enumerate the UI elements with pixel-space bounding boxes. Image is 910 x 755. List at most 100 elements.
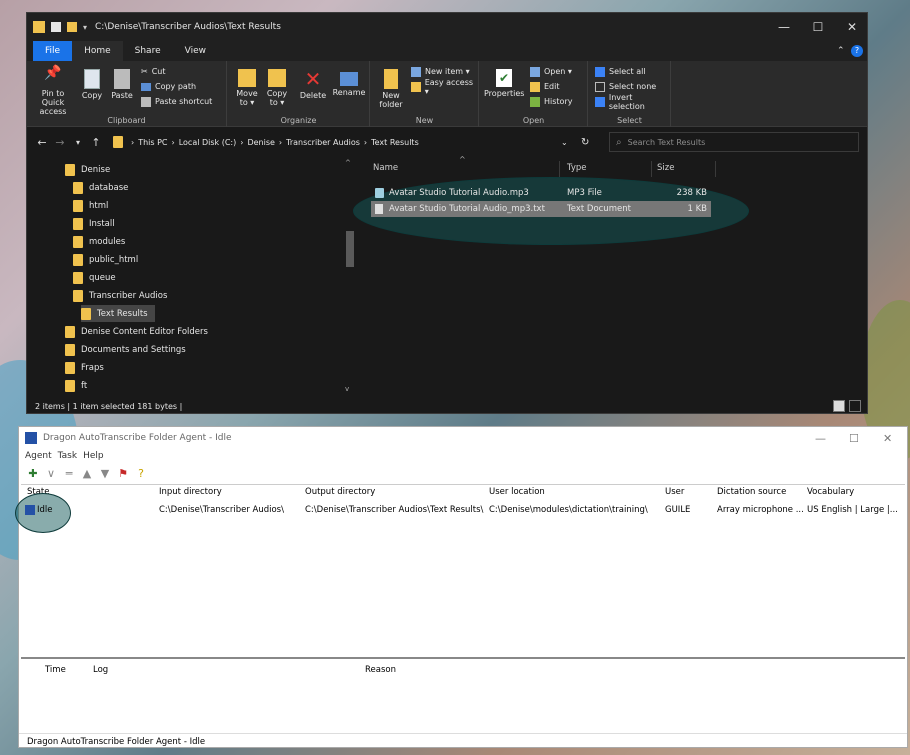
menu-agent[interactable]: Agent — [25, 451, 52, 461]
table-row[interactable]: Idle C:\Denise\Transcriber Audios\ C:\De… — [21, 503, 905, 517]
tab-view[interactable]: View — [173, 41, 218, 61]
tree-item[interactable]: Install — [73, 215, 115, 232]
expand-icon[interactable]: ∨ — [43, 465, 59, 481]
back-button[interactable]: ← — [33, 136, 51, 149]
file-row[interactable]: Avatar Studio Tutorial Audio_mp3.txt Tex… — [371, 201, 711, 217]
maximize-button[interactable]: ☐ — [801, 13, 835, 41]
paste-button[interactable]: Paste — [109, 69, 135, 100]
move-up-icon[interactable]: ▲ — [79, 465, 95, 481]
column-header-reason[interactable]: Reason — [365, 665, 396, 675]
folder-icon — [73, 217, 83, 230]
minimize-button[interactable]: — — [815, 432, 826, 445]
rename-button[interactable]: Rename — [332, 69, 366, 97]
new-item-button[interactable]: New item ▾ — [411, 65, 470, 78]
minimize-button[interactable]: — — [767, 13, 801, 41]
history-button[interactable]: History — [530, 95, 572, 108]
recent-locations-button[interactable]: ▾ — [69, 138, 87, 147]
menu-task[interactable]: Task — [58, 451, 77, 461]
tree-item[interactable]: Denise Content Editor Folders — [65, 323, 208, 340]
agent-settings-icon[interactable]: ⚑ — [115, 465, 131, 481]
move-down-icon[interactable]: ▼ — [97, 465, 113, 481]
tree-item[interactable]: queue — [73, 269, 116, 286]
file-name: Avatar Studio Tutorial Audio.mp3 — [389, 188, 529, 198]
properties-icon[interactable] — [51, 22, 61, 32]
breadcrumb-this-pc[interactable]: This PC — [138, 138, 167, 147]
address-dropdown-icon[interactable]: ⌄ — [561, 138, 568, 147]
column-header-user-location[interactable]: User location — [489, 487, 545, 497]
forward-button[interactable]: → — [51, 136, 69, 149]
copy-to-button[interactable]: Copy to ▾ — [264, 69, 290, 107]
open-button[interactable]: Open ▾ — [530, 65, 572, 78]
customize-quick-access-icon[interactable]: ▾ — [83, 23, 87, 32]
tab-file[interactable]: File — [33, 41, 73, 61]
column-header-dictation-source[interactable]: Dictation source — [717, 487, 786, 497]
scroll-up-icon[interactable]: ^ — [345, 159, 351, 167]
column-header-size[interactable]: Size — [657, 163, 674, 173]
details-view-button[interactable] — [833, 400, 845, 412]
column-separator[interactable] — [651, 161, 652, 177]
folder-icon — [73, 253, 83, 266]
file-row[interactable]: Avatar Studio Tutorial Audio.mp3 MP3 Fil… — [371, 185, 711, 201]
column-header-input-directory[interactable]: Input directory — [159, 487, 222, 497]
maximize-button[interactable]: ☐ — [849, 432, 859, 445]
easy-access-button[interactable]: Easy access ▾ — [411, 78, 478, 96]
invert-selection-button[interactable]: Invert selection — [595, 93, 670, 111]
tree-item[interactable]: Documents and Settings — [65, 341, 186, 358]
tree-item[interactable]: public_html — [73, 251, 138, 268]
new-folder-icon[interactable] — [67, 22, 77, 32]
large-icons-view-button[interactable] — [849, 400, 861, 412]
breadcrumb-local-disk[interactable]: Local Disk (C:) — [179, 138, 237, 147]
navigation-scrollbar[interactable]: ^ v — [343, 157, 355, 397]
status-text: Dragon AutoTranscribe Folder Agent - Idl… — [27, 736, 206, 747]
column-header-output-directory[interactable]: Output directory — [305, 487, 375, 497]
close-button[interactable]: ✕ — [835, 13, 867, 41]
tree-item[interactable]: Denise — [65, 161, 110, 178]
new-folder-button[interactable]: New folder — [377, 69, 405, 109]
copy-button[interactable]: Copy — [79, 69, 105, 100]
column-separator[interactable] — [559, 161, 560, 177]
edit-button[interactable]: Edit — [530, 80, 560, 93]
tree-item[interactable]: Text Results — [81, 305, 155, 322]
column-header-type[interactable]: Type — [567, 163, 587, 173]
scrollbar-thumb[interactable] — [346, 231, 354, 267]
move-to-button[interactable]: Move to ▾ — [234, 69, 260, 107]
cut-button[interactable]: ✂ Cut — [141, 65, 166, 78]
add-icon[interactable]: ✚ — [25, 465, 41, 481]
breadcrumb-denise[interactable]: Denise — [247, 138, 274, 147]
paste-shortcut-button[interactable]: Paste shortcut — [141, 95, 212, 108]
refresh-icon[interactable]: ↻ — [581, 137, 589, 148]
breadcrumb-transcriber-audios[interactable]: Transcriber Audios — [286, 138, 360, 147]
close-button[interactable]: ✕ — [883, 432, 892, 445]
help-icon[interactable]: ? — [133, 465, 149, 481]
search-box[interactable]: ⌕ Search Text Results — [609, 132, 859, 152]
menu-help[interactable]: Help — [83, 451, 104, 461]
tab-share[interactable]: Share — [123, 41, 173, 61]
tree-item[interactable]: modules — [73, 233, 125, 250]
column-separator[interactable] — [715, 161, 716, 177]
remove-icon[interactable]: ═ — [61, 465, 77, 481]
copy-path-button[interactable]: Copy path — [141, 80, 196, 93]
breadcrumb-text-results[interactable]: Text Results — [371, 138, 419, 147]
delete-button[interactable]: ✕ Delete — [298, 69, 328, 100]
scroll-down-icon[interactable]: v — [345, 385, 349, 393]
collapse-ribbon-icon[interactable]: ⌃ — [837, 46, 845, 56]
folder-icon — [73, 289, 83, 302]
tree-item[interactable]: database — [73, 179, 128, 196]
column-header-log[interactable]: Log — [93, 665, 108, 675]
tree-item[interactable]: ft — [65, 377, 87, 394]
tree-item[interactable]: html — [73, 197, 108, 214]
column-header-name[interactable]: Name — [373, 163, 398, 173]
column-header-vocabulary[interactable]: Vocabulary — [807, 487, 854, 497]
pin-quick-access-button[interactable]: 📌 Pin to Quick access — [31, 66, 75, 116]
tree-item[interactable]: Fraps — [65, 359, 104, 376]
address-bar[interactable]: › This PC › Local Disk (C:) › Denise › T… — [113, 132, 593, 152]
select-all-button[interactable]: Select all — [595, 65, 646, 78]
column-header-user[interactable]: User — [665, 487, 684, 497]
up-button[interactable]: ↑ — [87, 136, 105, 149]
help-icon[interactable]: ? — [851, 45, 863, 57]
tree-item[interactable]: Transcriber Audios — [73, 287, 167, 304]
tab-home[interactable]: Home — [72, 41, 123, 61]
column-header-time[interactable]: Time — [45, 665, 66, 675]
select-none-button[interactable]: Select none — [595, 80, 656, 93]
properties-button[interactable]: ✔ Properties — [484, 69, 524, 98]
